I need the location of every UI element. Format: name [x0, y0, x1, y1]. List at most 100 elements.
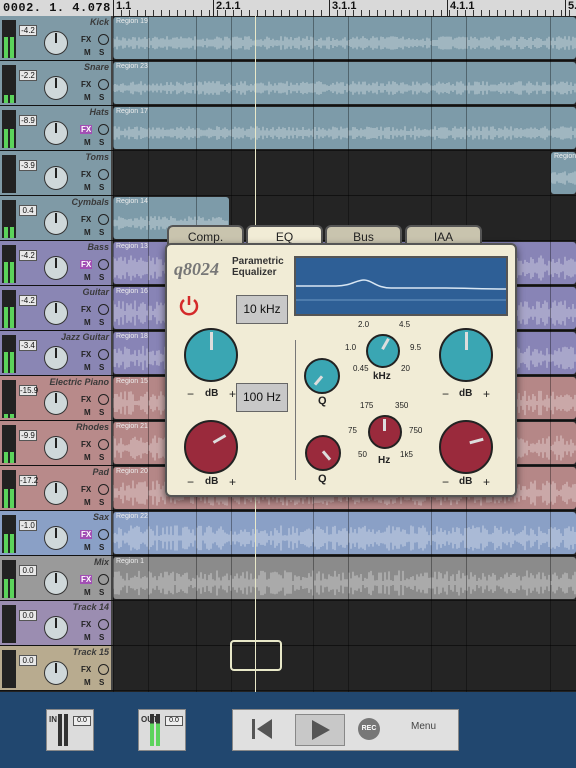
track-pan-knob[interactable] — [44, 571, 68, 595]
mute-button[interactable]: M — [84, 633, 91, 642]
track-pan-knob[interactable] — [44, 211, 68, 235]
track-header[interactable]: 0.0 Track 14 FX M S — [0, 601, 113, 645]
solo-button[interactable]: S — [99, 273, 104, 282]
record-button[interactable]: REC — [358, 718, 380, 740]
audio-region[interactable]: Region — [551, 152, 576, 194]
track-pan-knob[interactable] — [44, 346, 68, 370]
mute-button[interactable]: M — [84, 588, 91, 597]
record-arm-button[interactable] — [98, 394, 109, 405]
record-arm-button[interactable] — [98, 574, 109, 585]
track-pan-knob[interactable] — [44, 436, 68, 460]
track-lane[interactable]: Region 22 — [113, 511, 576, 555]
track-header[interactable]: -3.9 Toms FX M S — [0, 151, 113, 195]
solo-button[interactable]: S — [99, 318, 104, 327]
fx-button[interactable]: FX — [80, 35, 92, 44]
track-pan-knob[interactable] — [44, 526, 68, 550]
input-meter[interactable]: IN 0.0 — [46, 709, 94, 751]
record-arm-button[interactable] — [98, 34, 109, 45]
mute-button[interactable]: M — [84, 678, 91, 687]
record-arm-button[interactable] — [98, 214, 109, 225]
tab-iaa[interactable]: IAA — [405, 225, 482, 245]
record-arm-button[interactable] — [98, 619, 109, 630]
eq-curve-display[interactable] — [294, 256, 508, 316]
playhead-handle[interactable] — [230, 640, 282, 671]
track-pan-knob[interactable] — [44, 301, 68, 325]
play-icon[interactable] — [295, 714, 345, 746]
menu-button[interactable]: Menu — [411, 721, 436, 732]
mid-high-gain-knob[interactable] — [439, 328, 493, 382]
solo-button[interactable]: S — [99, 363, 104, 372]
track-pan-knob[interactable] — [44, 31, 68, 55]
rewind-icon[interactable] — [247, 714, 277, 744]
solo-button[interactable]: S — [99, 498, 104, 507]
fx-button[interactable]: FX — [80, 665, 92, 674]
fx-button[interactable]: FX — [80, 80, 92, 89]
fx-button[interactable]: FX — [80, 575, 93, 584]
fx-button[interactable]: FX — [80, 170, 92, 179]
track-lane[interactable]: Region 17 — [113, 106, 576, 150]
track-header[interactable]: -9.9 Rhodes FX M S — [0, 421, 113, 465]
high-freq-display[interactable]: 10 kHz — [236, 295, 288, 324]
fx-button[interactable]: FX — [80, 260, 93, 269]
track-header[interactable]: -2.2 Snare FX M S — [0, 61, 113, 105]
high-freq-knob[interactable] — [366, 334, 400, 368]
track-lane[interactable]: Region 19 — [113, 16, 576, 60]
mute-button[interactable]: M — [84, 318, 91, 327]
track-header[interactable]: -4.2 Kick FX M S — [0, 16, 113, 60]
tab-comp[interactable]: Comp. — [167, 225, 244, 245]
fx-button[interactable]: FX — [80, 620, 92, 629]
track-header[interactable]: 0.0 Track 15 FX M S — [0, 646, 113, 690]
record-arm-button[interactable] — [98, 664, 109, 675]
solo-button[interactable]: S — [99, 228, 104, 237]
track-header[interactable]: -1.0 Sax FX M S — [0, 511, 113, 555]
low-freq-display[interactable]: 100 Hz — [236, 383, 288, 412]
mute-button[interactable]: M — [84, 273, 91, 282]
track-pan-knob[interactable] — [44, 76, 68, 100]
mute-button[interactable]: M — [84, 48, 91, 57]
fx-button[interactable]: FX — [80, 125, 93, 134]
low-q-knob[interactable] — [305, 435, 341, 471]
track-header[interactable]: -17.2 Pad FX M S — [0, 466, 113, 510]
record-arm-button[interactable] — [98, 439, 109, 450]
solo-button[interactable]: S — [99, 633, 104, 642]
mute-button[interactable]: M — [84, 183, 91, 192]
position-readout[interactable]: 0002. 1. 4.078 — [3, 0, 111, 16]
high-q-knob[interactable] — [304, 358, 340, 394]
track-header[interactable]: -15.9 Electric Piano FX M S — [0, 376, 113, 420]
track-pan-knob[interactable] — [44, 481, 68, 505]
record-arm-button[interactable] — [98, 484, 109, 495]
mute-button[interactable]: M — [84, 138, 91, 147]
mute-button[interactable]: M — [84, 498, 91, 507]
solo-button[interactable]: S — [99, 453, 104, 462]
solo-button[interactable]: S — [99, 588, 104, 597]
tab-bus[interactable]: Bus — [325, 225, 402, 245]
track-pan-knob[interactable] — [44, 616, 68, 640]
record-arm-button[interactable] — [98, 124, 109, 135]
fx-button[interactable]: FX — [80, 440, 92, 449]
mid-low-gain-knob[interactable] — [439, 420, 493, 474]
power-icon[interactable] — [178, 294, 200, 316]
fx-button[interactable]: FX — [80, 215, 92, 224]
track-lane[interactable] — [113, 646, 576, 690]
solo-button[interactable]: S — [99, 543, 104, 552]
timeline-ruler[interactable]: 1.1 2.1.1 3.1.1 4.1.1 5. — [113, 0, 576, 16]
track-lane[interactable]: Region — [113, 151, 576, 195]
record-arm-button[interactable] — [98, 259, 109, 270]
track-pan-knob[interactable] — [44, 661, 68, 685]
track-header[interactable]: -8.9 Hats FX M S — [0, 106, 113, 150]
audio-region[interactable]: Region 19 — [113, 17, 576, 59]
audio-region[interactable]: Region 22 — [113, 512, 576, 554]
track-lane[interactable] — [113, 601, 576, 645]
fx-button[interactable]: FX — [80, 485, 92, 494]
track-header[interactable]: 0.0 Mix FX M S — [0, 556, 113, 600]
fx-button[interactable]: FX — [80, 530, 93, 539]
fx-button[interactable]: FX — [80, 350, 92, 359]
solo-button[interactable]: S — [99, 408, 104, 417]
solo-button[interactable]: S — [99, 678, 104, 687]
track-pan-knob[interactable] — [44, 166, 68, 190]
mute-button[interactable]: M — [84, 408, 91, 417]
mute-button[interactable]: M — [84, 363, 91, 372]
track-header[interactable]: -4.2 Bass FX M S — [0, 241, 113, 285]
output-meter[interactable]: OUT 0.0 — [138, 709, 186, 751]
solo-button[interactable]: S — [99, 48, 104, 57]
